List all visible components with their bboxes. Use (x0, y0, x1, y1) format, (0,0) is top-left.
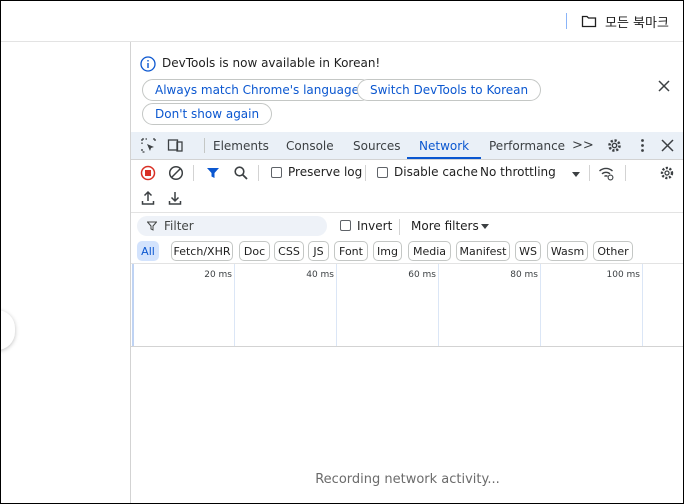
bookmarks-bar: 모든 북마크 (1, 1, 683, 42)
timeline-gridline (336, 264, 337, 346)
type-filter-all[interactable]: All (137, 241, 159, 261)
type-filter-font[interactable]: Font (334, 241, 368, 261)
browser-window: 모든 북마크 DevTools is now available in Kore… (0, 0, 684, 504)
more-filters-dropdown[interactable]: More filters (411, 219, 479, 233)
more-tabs-button[interactable]: >> (572, 132, 594, 159)
filter-placeholder: Filter (164, 219, 194, 233)
tab-elements[interactable]: Elements (213, 132, 269, 159)
export-har-icon[interactable] (167, 190, 183, 206)
type-filter-manifest[interactable]: Manifest (456, 241, 510, 261)
tab-performance[interactable]: Performance (489, 132, 565, 159)
tabbar-separator (204, 138, 205, 153)
invert-label: Invert (357, 219, 393, 233)
device-toolbar-icon[interactable] (167, 137, 184, 154)
type-filter-doc[interactable]: Doc (239, 241, 270, 261)
timeline-tick-label: 40 ms (306, 270, 334, 280)
network-toolbar-secondary (131, 186, 683, 213)
timeline-tick-label: 80 ms (510, 270, 538, 280)
language-infobar: DevTools is now available in Korean! Alw… (131, 42, 683, 132)
timeline-tick-label: 60 ms (408, 270, 436, 280)
record-stop-icon[interactable] (140, 165, 156, 181)
preserve-log-label: Preserve log (288, 165, 363, 179)
tab-console[interactable]: Console (286, 132, 334, 159)
switch-to-korean-button[interactable]: Switch DevTools to Korean (357, 79, 542, 101)
type-filter-fetch-xhr[interactable]: Fetch/XHR (171, 241, 233, 261)
chevron-down-icon[interactable] (477, 218, 493, 234)
type-filter-ws[interactable]: WS (515, 241, 541, 261)
timeline-gridline (540, 264, 541, 346)
filter-funnel-icon (147, 221, 157, 231)
toolbar-separator (365, 165, 366, 181)
close-icon[interactable] (657, 79, 671, 93)
filter-icon[interactable] (205, 165, 221, 181)
invert-checkbox[interactable] (340, 220, 351, 231)
disable-cache-label: Disable cache (394, 165, 478, 179)
import-har-icon[interactable] (140, 190, 156, 206)
timeline-gridline (438, 264, 439, 346)
toolbar-separator (193, 165, 194, 181)
bookmarks-separator (566, 13, 567, 29)
close-devtools-icon[interactable] (659, 137, 676, 154)
clear-icon[interactable] (168, 165, 184, 181)
type-filter-other[interactable]: Other (593, 241, 633, 261)
devtools-panel: DevTools is now available in Korean! Alw… (130, 42, 683, 503)
side-panel-handle[interactable] (1, 310, 15, 350)
infobar-message: DevTools is now available in Korean! (162, 56, 381, 70)
filter-separator (399, 219, 400, 235)
all-bookmarks-label: 모든 북마크 (605, 15, 669, 31)
resource-type-filters: All Fetch/XHR Doc CSS JS Font Img Media … (131, 239, 683, 263)
element-picker-icon[interactable] (140, 137, 157, 154)
timeline-tick-label: 20 ms (204, 270, 232, 280)
all-bookmarks-button[interactable]: 모든 북마크 (581, 11, 669, 31)
filter-row: Filter Invert More filters (131, 213, 683, 239)
filter-input[interactable]: Filter (137, 216, 327, 236)
page-content (1, 42, 130, 503)
network-toolbar: Preserve log Disable cache No throttling (131, 160, 683, 186)
timeline-gridline (234, 264, 235, 346)
tab-network[interactable]: Network (407, 132, 482, 159)
disable-cache-checkbox[interactable] (377, 167, 388, 178)
preserve-log-checkbox[interactable] (271, 167, 282, 178)
type-filter-img[interactable]: Img (373, 241, 402, 261)
type-filter-wasm[interactable]: Wasm (547, 241, 588, 261)
type-filter-media[interactable]: Media (408, 241, 451, 261)
dont-show-again-button[interactable]: Don't show again (142, 103, 273, 125)
chevron-down-icon[interactable] (568, 166, 584, 182)
timeline-gridline (642, 264, 643, 346)
network-overview-timeline[interactable]: 20 ms 40 ms 60 ms 80 ms 100 ms (131, 263, 683, 347)
devtools-tabbar: Elements Console Sources Network Perform… (131, 132, 683, 160)
folder-icon (581, 15, 597, 28)
toolbar-separator (625, 165, 626, 181)
toolbar-separator (258, 165, 259, 181)
tab-sources[interactable]: Sources (353, 132, 400, 159)
settings-icon[interactable] (606, 137, 623, 154)
kebab-menu-icon[interactable] (634, 137, 651, 154)
info-icon (140, 56, 156, 72)
type-filter-css[interactable]: CSS (274, 241, 304, 261)
network-conditions-icon[interactable] (598, 165, 614, 181)
type-filter-js[interactable]: JS (308, 241, 329, 261)
timeline-tick-label: 100 ms (606, 270, 641, 280)
always-match-language-button[interactable]: Always match Chrome's language (142, 79, 372, 101)
search-icon[interactable] (233, 165, 249, 181)
toolbar-separator (589, 165, 590, 181)
throttling-select[interactable]: No throttling (480, 165, 556, 179)
timeline-cursor (132, 264, 134, 346)
recording-status-text: Recording network activity... (315, 472, 500, 487)
network-settings-icon[interactable] (659, 165, 675, 181)
